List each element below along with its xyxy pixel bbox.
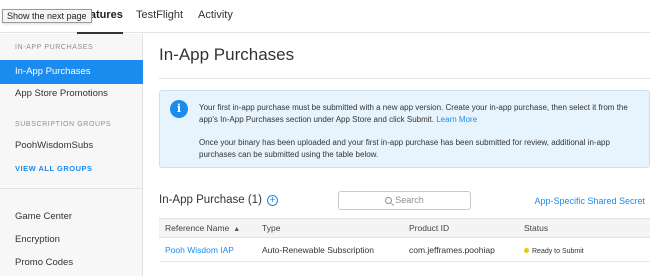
main-content: In-App Purchases i Your first in-app pur… bbox=[143, 34, 650, 276]
sidebar-item-encryption[interactable]: Encryption bbox=[0, 228, 143, 252]
info-paragraph-1: Your first in-app purchase must be submi… bbox=[199, 102, 641, 126]
info-banner: i Your first in-app purchase must be sub… bbox=[159, 90, 650, 168]
tooltip-show-next-page: Show the next page bbox=[2, 9, 92, 23]
view-all-groups-link[interactable]: VIEW ALL GROUPS bbox=[15, 164, 93, 173]
search-icon bbox=[385, 197, 393, 204]
status-cell: Ready to Submit bbox=[524, 238, 584, 262]
info-icon: i bbox=[170, 100, 188, 118]
sidebar: IN-APP PURCHASES In-App Purchases App St… bbox=[0, 34, 143, 276]
table-header: Reference Name ▲ Type Product ID Status bbox=[159, 218, 650, 238]
status-dot-icon bbox=[524, 248, 529, 253]
sidebar-item-app-store-promotions[interactable]: App Store Promotions bbox=[0, 82, 143, 106]
top-navigation-bar: Features TestFlight Activity Show the ne… bbox=[0, 0, 650, 34]
column-header-product-id[interactable]: Product ID bbox=[409, 219, 449, 237]
tab-activity-label: Activity bbox=[198, 9, 233, 21]
status-text: Ready to Submit bbox=[532, 248, 584, 255]
reference-name-link[interactable]: Pooh Wisdom IAP bbox=[165, 238, 234, 262]
tab-activity[interactable]: Activity bbox=[198, 0, 233, 33]
sidebar-header-subscription-groups: SUBSCRIPTION GROUPS bbox=[15, 121, 112, 128]
add-icon[interactable]: + bbox=[267, 195, 278, 206]
tab-testflight[interactable]: TestFlight bbox=[136, 0, 183, 33]
tab-testflight-label: TestFlight bbox=[136, 9, 184, 21]
column-header-status[interactable]: Status bbox=[524, 219, 548, 237]
sidebar-header-in-app-purchases: IN-APP PURCHASES bbox=[15, 44, 94, 51]
table-row: Pooh Wisdom IAP Auto-Renewable Subscript… bbox=[159, 238, 650, 262]
type-cell: Auto-Renewable Subscription bbox=[262, 245, 374, 255]
section-title: In-App Purchase (1) bbox=[159, 194, 262, 206]
sidebar-item-game-center[interactable]: Game Center bbox=[0, 205, 143, 229]
title-divider bbox=[159, 78, 650, 79]
search-placeholder: Search bbox=[395, 195, 424, 205]
search-input[interactable]: Search bbox=[338, 191, 471, 210]
column-header-reference-name[interactable]: Reference Name ▲ bbox=[165, 219, 240, 237]
sidebar-item-promo-codes[interactable]: Promo Codes bbox=[0, 251, 143, 275]
column-header-reference-name-label: Reference Name bbox=[165, 223, 230, 233]
app-specific-shared-secret-link[interactable]: App-Specific Shared Secret bbox=[534, 196, 645, 206]
sort-ascending-icon: ▲ bbox=[233, 226, 241, 233]
column-header-type[interactable]: Type bbox=[262, 219, 280, 237]
page-title: In-App Purchases bbox=[159, 45, 295, 64]
sidebar-item-in-app-purchases[interactable]: In-App Purchases bbox=[0, 60, 143, 84]
product-id-cell: com.jefframes.poohiap bbox=[409, 245, 495, 255]
info-paragraph-1-text: Your first in-app purchase must be submi… bbox=[199, 103, 628, 124]
learn-more-link[interactable]: Learn More bbox=[436, 115, 477, 124]
info-paragraph-2: Once your binary has been uploaded and y… bbox=[199, 138, 610, 159]
sidebar-divider bbox=[0, 188, 143, 189]
sidebar-item-poohwisdomsubs[interactable]: PoohWisdomSubs bbox=[0, 134, 143, 158]
